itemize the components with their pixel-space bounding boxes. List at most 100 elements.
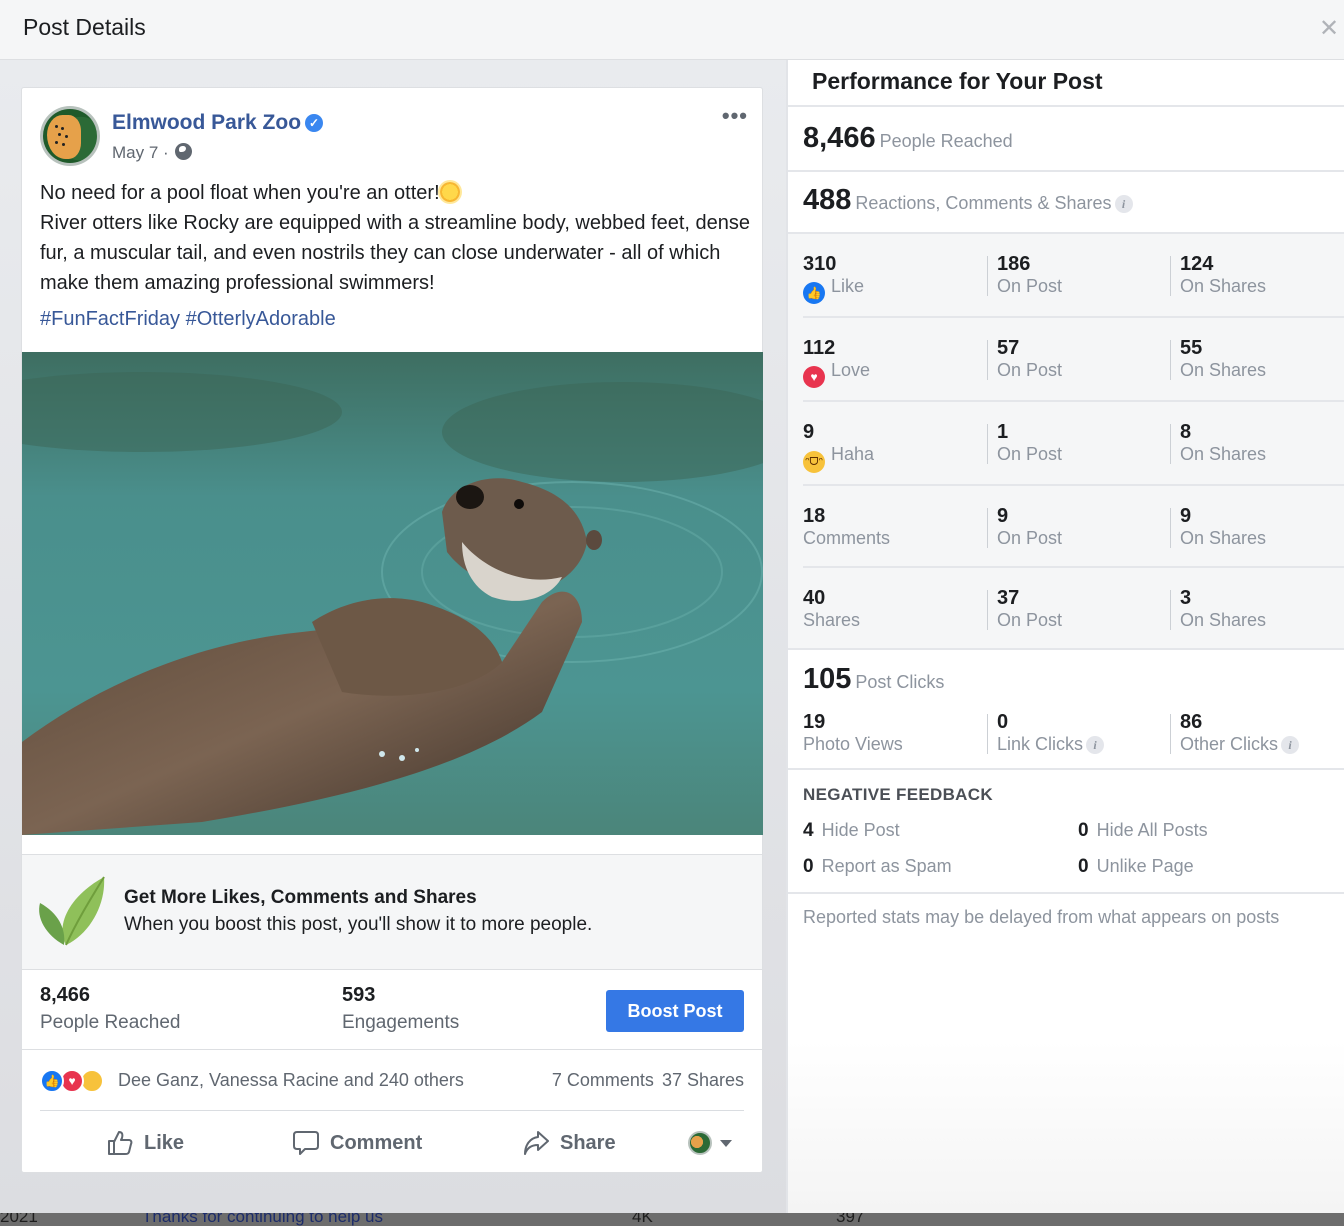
post-text-body: River otters like Rocky are equipped wit… [40, 212, 751, 294]
people-reached-stat: 8,466 People Reached [803, 122, 1013, 155]
background-table-row: 2021 Thanks for continuing to help us 4K… [0, 1213, 1344, 1226]
thumbs-up-icon [108, 1131, 133, 1155]
performance-title: Performance for Your Post [812, 68, 1103, 94]
meta-separator: · [163, 143, 169, 162]
promo-title: Get More Likes, Comments and Shares [124, 887, 477, 908]
people-reached-label: People Reached [879, 131, 1013, 151]
like-button[interactable]: Like [106, 1126, 184, 1160]
on-post-value: 9 [997, 505, 1009, 527]
breakdown-on-post: 1 On Post [987, 421, 1167, 464]
info-icon[interactable]: i [1114, 195, 1133, 213]
link-clicks-stat: 0 Link Clicks i [987, 711, 1170, 754]
breakdown-on-shares: 9 On Shares [1170, 505, 1344, 548]
breakdown-total-label: 👍 Like [803, 276, 864, 304]
on-post-value: 37 [997, 587, 1020, 609]
on-post-label: On Post [997, 610, 1063, 630]
like-label: Like [144, 1131, 185, 1154]
share-label: Share [560, 1131, 616, 1154]
boost-post-button[interactable]: Boost Post [606, 990, 744, 1032]
breakdown-label-text: Love [831, 360, 871, 380]
close-icon[interactable]: ✕ [1318, 17, 1340, 41]
divider [788, 105, 1344, 107]
post-photo[interactable] [22, 352, 763, 835]
breakdown-label-text: Haha [831, 444, 875, 464]
breakdown-total: 18 Comments [803, 486, 983, 570]
reactors-link[interactable]: Dee Ganz, Vanessa Racine and 240 others [118, 1070, 464, 1091]
promo-subtitle: When you boost this post, you'll show it… [124, 914, 593, 935]
engagement-breakdown: 310 👍 Like 186 On Post 124 On Shares 112 … [788, 234, 1344, 650]
hashtag-link[interactable]: #OtterlyAdorable [186, 308, 336, 330]
breakdown-row-like: 310 👍 Like 186 On Post 124 On Shares [803, 234, 1344, 318]
page-name-link[interactable]: Elmwood Park Zoo ✓ [112, 111, 324, 135]
breakdown-total: 9 ᵔᗜᵔ Haha [803, 402, 983, 486]
on-shares-label: On Shares [1180, 360, 1267, 380]
comment-bubble-icon [293, 1131, 319, 1155]
post-clicks-stat: 105 Post Clicks [803, 663, 944, 696]
breakdown-total-value: 9 [803, 421, 815, 443]
divider [788, 892, 1344, 894]
caret-down-icon [720, 1139, 732, 1147]
breakdown-total-label: ♥ Love [803, 360, 870, 388]
on-post-label: On Post [997, 444, 1063, 464]
on-post-value: 1 [997, 421, 1009, 443]
breakdown-on-shares: 3 On Shares [1170, 587, 1344, 630]
breakdown-on-shares: 8 On Shares [1170, 421, 1344, 464]
breakdown-row-shares: 40 Shares 37 On Post 3 On Shares [803, 568, 1344, 650]
modal-header: Post Details ✕ [0, 0, 1344, 60]
link-clicks-text: Link Clicks [997, 734, 1084, 754]
comment-button[interactable]: Comment [292, 1126, 422, 1160]
breakdown-total-value: 40 [803, 587, 826, 609]
comments-count-link[interactable]: 7 Comments [552, 1070, 654, 1090]
engagement-stat: 488 Reactions, Comments & Shares i [803, 184, 1133, 217]
breakdown-on-post: 9 On Post [987, 505, 1167, 548]
breakdown-total: 112 ♥ Love [803, 318, 983, 402]
on-post-label: On Post [997, 528, 1063, 548]
bg-reach: 4K [632, 1213, 653, 1226]
page-name: Elmwood Park Zoo [112, 111, 302, 134]
modal-title: Post Details [23, 14, 146, 40]
unlike-page-label: Unlike Page [1096, 856, 1194, 876]
on-post-label: On Post [997, 276, 1063, 296]
breakdown-total-value: 18 [803, 505, 826, 527]
divider [788, 768, 1344, 770]
unlike-page-stat: 0 Unlike Page [1078, 856, 1194, 878]
breakdown-total: 40 Shares [803, 568, 983, 652]
on-shares-value: 55 [1180, 337, 1203, 359]
hashtags: #FunFactFriday #OtterlyAdorable [40, 308, 336, 331]
hide-all-posts-stat: 0 Hide All Posts [1078, 820, 1208, 842]
post-as-selector[interactable] [688, 1131, 732, 1155]
engagement-label: Reactions, Comments & Shares [855, 193, 1112, 213]
on-shares-value: 9 [1180, 505, 1192, 527]
post-clicks-value: 105 [803, 663, 852, 695]
hashtag-link[interactable]: #FunFactFriday [40, 308, 180, 330]
engagements-label: Engagements [342, 1012, 460, 1033]
on-shares-label: On Shares [1180, 444, 1267, 464]
shares-count-link[interactable]: 37 Shares [662, 1070, 744, 1090]
reactions-summary: 👍 ♥ Dee Ganz, Vanessa Racine and 240 oth… [40, 1068, 744, 1094]
globe-icon [175, 143, 193, 160]
post-text: No need for a pool float when you're an … [40, 178, 750, 298]
breakdown-row-comments: 18 Comments 9 On Post 9 On Shares [803, 486, 1344, 568]
breakdown-total-label: ᵔᗜᵔ Haha [803, 444, 874, 473]
share-button[interactable]: Share [522, 1126, 616, 1160]
negative-feedback-title: NEGATIVE FEEDBACK [803, 785, 993, 804]
like-reaction-icon: 👍 [803, 282, 825, 304]
report-spam-value: 0 [803, 856, 814, 877]
other-clicks-text: Other Clicks [1180, 734, 1279, 754]
breakdown-on-post: 57 On Post [987, 337, 1167, 380]
bg-post-preview: Thanks for continuing to help us [142, 1213, 383, 1226]
info-icon[interactable]: i [1086, 736, 1105, 754]
page-avatar[interactable] [40, 106, 100, 166]
share-arrow-icon [524, 1131, 549, 1155]
info-icon[interactable]: i [1281, 736, 1300, 754]
post-date[interactable]: May 7 [112, 143, 158, 162]
unlike-page-value: 0 [1078, 856, 1089, 877]
more-options-button[interactable]: ••• [722, 105, 748, 127]
report-spam-stat: 0 Report as Spam [803, 856, 952, 878]
on-post-label: On Post [997, 360, 1063, 380]
report-spam-label: Report as Spam [821, 856, 952, 876]
other-clicks-value: 86 [1180, 711, 1203, 733]
stats-disclaimer: Reported stats may be delayed from what … [803, 907, 1280, 927]
divider [40, 1110, 744, 1111]
breakdown-row-love: 112 ♥ Love 57 On Post 55 On Shares [803, 318, 1344, 402]
